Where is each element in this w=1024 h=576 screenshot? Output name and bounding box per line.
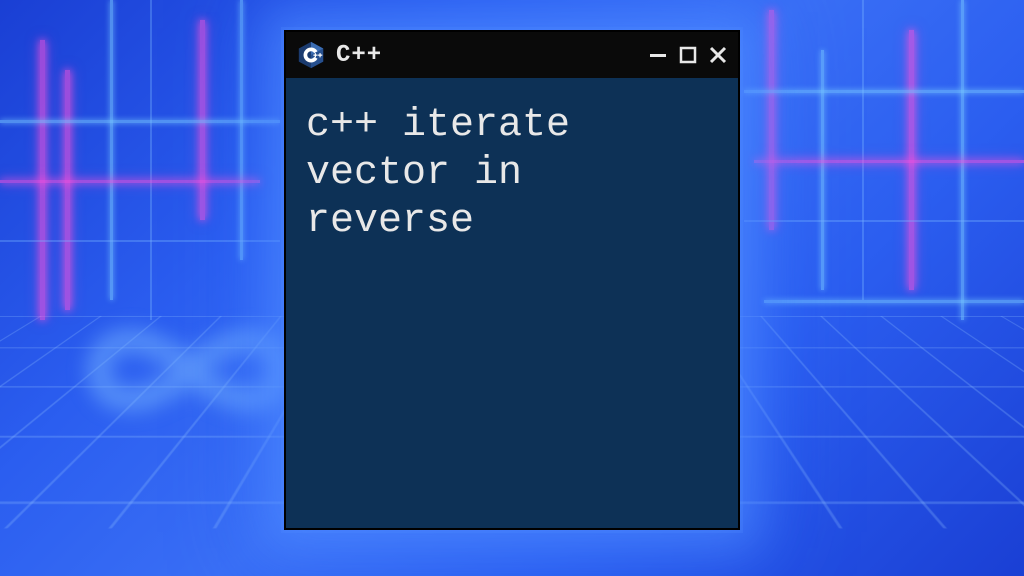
- window-title: C++: [336, 42, 636, 69]
- minimize-button[interactable]: [646, 43, 670, 67]
- cpp-logo-icon: [296, 40, 326, 70]
- window-controls: [646, 43, 730, 67]
- terminal-content-text: c++ iterate vector in reverse: [306, 102, 718, 246]
- infinity-glow: [60, 300, 320, 440]
- titlebar[interactable]: C++: [286, 32, 738, 78]
- terminal-window: C++ c++ iterate vector in reverse: [284, 30, 740, 530]
- terminal-body: c++ iterate vector in reverse: [286, 78, 738, 528]
- maximize-button[interactable]: [676, 43, 700, 67]
- close-button[interactable]: [706, 43, 730, 67]
